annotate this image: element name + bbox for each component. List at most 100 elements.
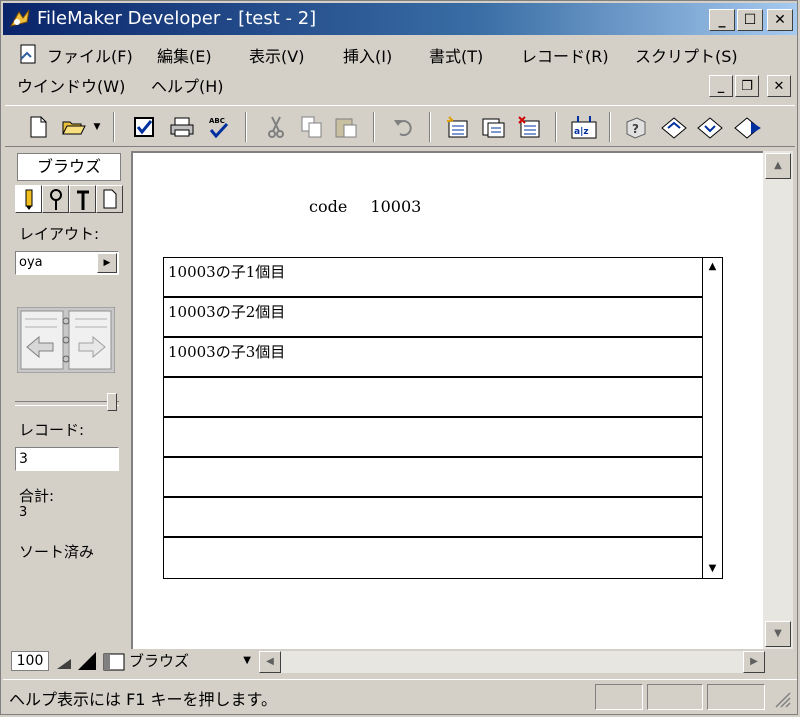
menu-scripts[interactable]: スクリプト(S) xyxy=(635,43,738,67)
mode-buttons xyxy=(15,185,123,213)
menu-edit[interactable]: 編集(E) xyxy=(157,43,212,67)
find-mode-button[interactable] xyxy=(42,185,69,213)
menu-insert[interactable]: 挿入(I) xyxy=(343,43,392,67)
svg-text:a|z: a|z xyxy=(574,127,589,137)
undo-button[interactable] xyxy=(389,112,419,142)
undo-icon xyxy=(394,120,412,137)
menu-view[interactable]: 表示(V) xyxy=(249,43,304,67)
open-button[interactable] xyxy=(59,112,89,142)
script-run-icon xyxy=(734,117,761,139)
page-icon xyxy=(103,189,116,209)
menu-format[interactable]: 書式(T) xyxy=(429,43,483,67)
menu-help[interactable]: ヘルプ(H) xyxy=(151,73,224,97)
browse-mode-button[interactable] xyxy=(15,185,42,213)
layout-select[interactable]: oya ▶ xyxy=(15,251,119,275)
window-vertical-scrollbar[interactable]: ▲ ▼ xyxy=(763,151,793,649)
scroll-right-button[interactable]: ▶ xyxy=(743,651,765,673)
portal-row[interactable] xyxy=(164,378,702,418)
resize-grip-icon[interactable] xyxy=(773,690,791,708)
menu-file[interactable]: ファイル(F) xyxy=(47,43,133,67)
portal-row[interactable]: 10003の子2個目 xyxy=(164,298,702,338)
menu-window[interactable]: ウインドウ(W) xyxy=(17,73,125,97)
scroll-up-button[interactable]: ▲ xyxy=(765,153,791,179)
open-dropdown-button[interactable]: ▼ xyxy=(89,112,105,142)
code-field-row: code 10003 xyxy=(309,197,421,216)
record-slider[interactable] xyxy=(15,393,119,411)
help-button[interactable]: ? xyxy=(621,112,651,142)
script-step-button[interactable] xyxy=(695,112,725,142)
horizontal-scrollbar[interactable]: ◀ ▶ xyxy=(259,651,765,673)
new-icon xyxy=(30,116,47,138)
portal-row[interactable] xyxy=(164,498,702,538)
layout-select-value: oya xyxy=(19,255,43,270)
copy-icon xyxy=(301,116,322,138)
paste-icon xyxy=(335,118,357,138)
toolbar-separator xyxy=(555,112,557,142)
record-book-icon[interactable] xyxy=(17,307,115,373)
delete-record-button[interactable] xyxy=(515,112,545,142)
toolbar-separator xyxy=(373,112,375,142)
portal-row[interactable]: 10003の子1個目 xyxy=(164,258,702,298)
portal-row[interactable] xyxy=(164,538,702,578)
document-restore-button[interactable]: ❐ xyxy=(735,75,759,97)
status-bar: ヘルプ表示には F1 キーを押します。 xyxy=(3,679,797,713)
status-pane xyxy=(707,684,765,710)
zoom-out-icon[interactable] xyxy=(55,653,73,671)
zoom-in-icon[interactable] xyxy=(77,651,97,671)
toolbar-separator xyxy=(245,112,247,142)
document-minimize-button[interactable]: _ xyxy=(709,75,733,97)
copy-button[interactable] xyxy=(297,112,327,142)
status-area-toggle-icon[interactable] xyxy=(103,653,125,671)
layout-mode-button[interactable] xyxy=(69,185,96,213)
record-number-input[interactable]: 3 xyxy=(15,447,119,471)
status-pane xyxy=(595,684,643,710)
standard-toolbar: ▼ ABC a|z ? xyxy=(5,105,795,147)
layout-content: code 10003 ▲ ▼ 10003の子1個目 10003の子2個目 10003… xyxy=(131,151,763,649)
close-icon: ✕ xyxy=(773,78,785,94)
document-icon[interactable] xyxy=(17,43,39,65)
slider-thumb[interactable] xyxy=(107,393,117,411)
sort-button[interactable]: a|z xyxy=(569,112,599,142)
toolbar-separator xyxy=(113,112,115,142)
cut-button[interactable] xyxy=(261,112,291,142)
title-bar[interactable]: FileMaker Developer - [test - 2] _ ☐ ✕ xyxy=(3,3,797,35)
portal-scrollbar[interactable]: ▲ ▼ xyxy=(702,258,722,578)
paste-button[interactable] xyxy=(331,112,361,142)
filemaker-app-icon[interactable] xyxy=(9,8,31,30)
mode-select[interactable]: ブラウズ ▼ xyxy=(129,651,255,671)
script-button[interactable] xyxy=(659,112,689,142)
zoom-level[interactable]: 100 xyxy=(11,651,49,671)
document-close-button[interactable]: ✕ xyxy=(767,75,791,97)
chevron-right-icon[interactable]: ▶ xyxy=(97,253,117,273)
script-run-button[interactable] xyxy=(733,112,763,142)
scroll-down-icon[interactable]: ▼ xyxy=(703,560,722,578)
maximize-icon: ☐ xyxy=(743,12,757,28)
scroll-left-button[interactable]: ◀ xyxy=(259,651,281,673)
preview-mode-button[interactable] xyxy=(96,185,123,213)
chevron-down-icon: ▼ xyxy=(243,655,251,666)
spell-check-icon: ABC xyxy=(209,117,229,139)
new-button[interactable] xyxy=(23,112,53,142)
print-button[interactable] xyxy=(167,112,197,142)
menu-records[interactable]: レコード(R) xyxy=(521,43,609,67)
portal-row[interactable] xyxy=(164,418,702,458)
restore-icon: ❐ xyxy=(741,78,753,94)
code-field[interactable]: 10003 xyxy=(370,197,421,216)
mode-tab[interactable]: ブラウズ xyxy=(17,153,121,181)
duplicate-record-button[interactable] xyxy=(479,112,509,142)
portal-row[interactable]: 10003の子3個目 xyxy=(164,338,702,378)
scroll-down-button[interactable]: ▼ xyxy=(765,621,791,647)
check-button[interactable] xyxy=(129,112,159,142)
maximize-button[interactable]: ☐ xyxy=(737,9,763,31)
sort-icon: a|z xyxy=(571,116,597,139)
minimize-button[interactable]: _ xyxy=(709,9,735,31)
spell-check-button[interactable]: ABC xyxy=(203,112,233,142)
new-record-icon xyxy=(447,116,468,138)
print-icon xyxy=(170,117,194,137)
scroll-up-icon[interactable]: ▲ xyxy=(703,258,722,276)
portal-row[interactable] xyxy=(164,458,702,498)
close-button[interactable]: ✕ xyxy=(767,9,793,31)
new-record-button[interactable] xyxy=(443,112,473,142)
sorted-status: ソート済み xyxy=(19,543,95,561)
pencil-icon xyxy=(25,189,32,210)
